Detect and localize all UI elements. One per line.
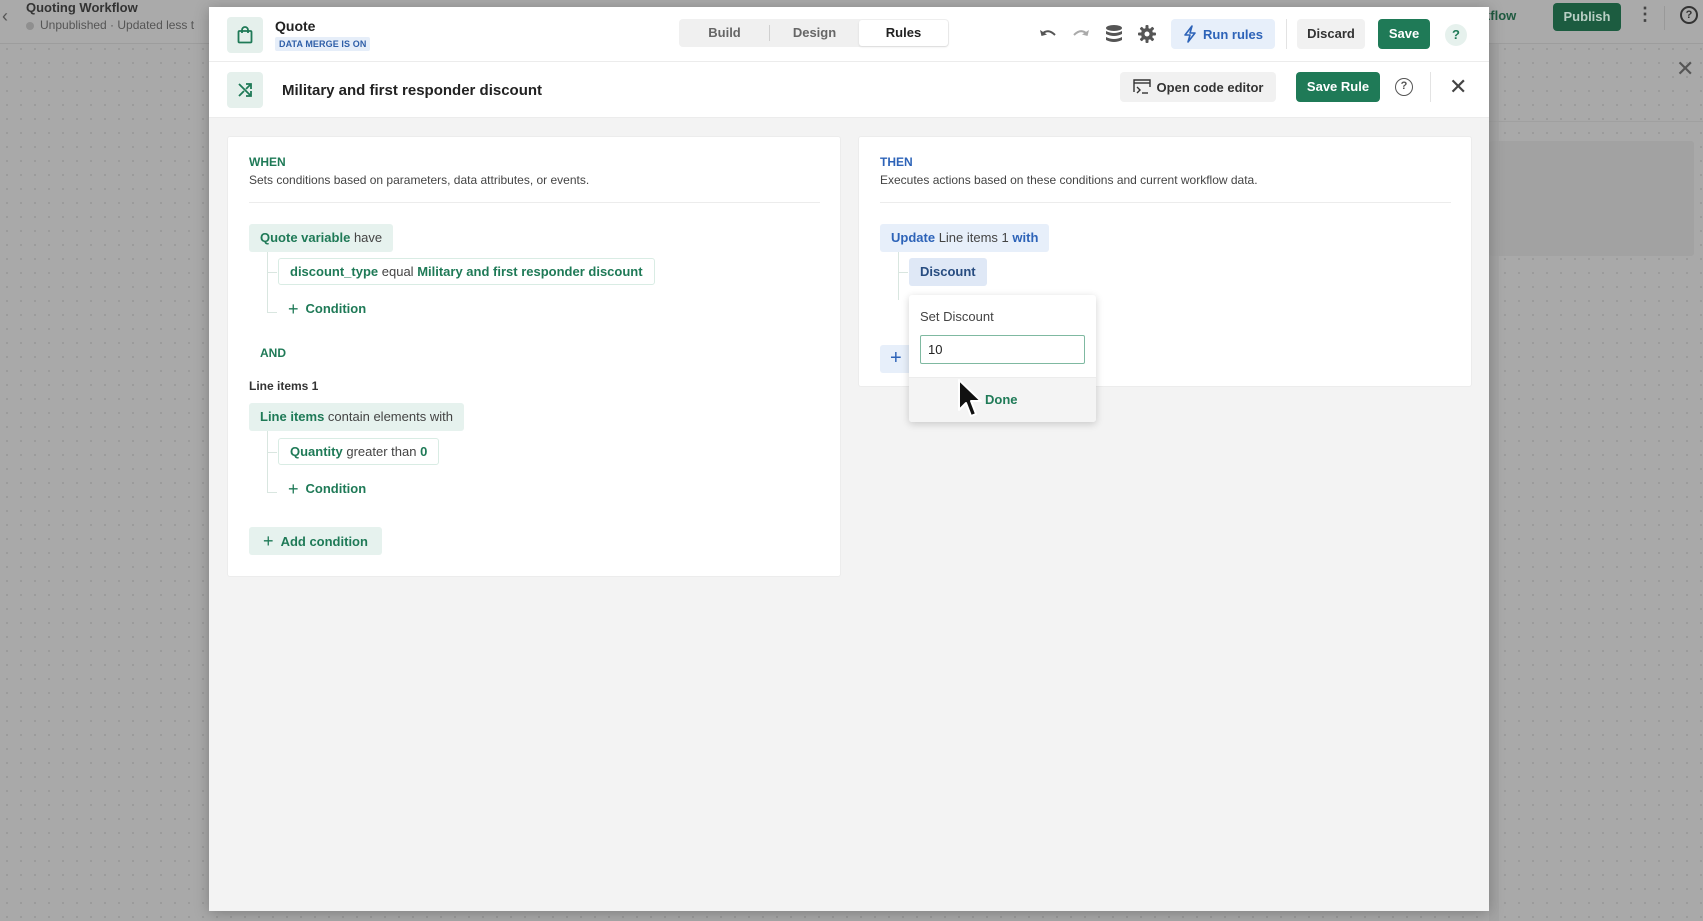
- then-label: THEN: [880, 155, 913, 169]
- tab-build[interactable]: Build: [680, 20, 769, 46]
- set-discount-popover: Set Discount Done: [909, 295, 1096, 422]
- then-description: Executes actions based on these conditio…: [880, 173, 1258, 187]
- condition-group-chip[interactable]: Quote variable have: [249, 224, 394, 252]
- run-rules-button[interactable]: Run rules: [1171, 19, 1275, 49]
- back-chevron-icon[interactable]: ‹: [2, 6, 8, 27]
- discard-button[interactable]: Discard: [1297, 19, 1365, 49]
- tree-line: [267, 492, 277, 493]
- add-condition-button[interactable]: + Add condition: [249, 527, 382, 555]
- background-panel-card: [1489, 141, 1694, 256]
- add-condition-link[interactable]: + Condition: [288, 298, 366, 319]
- shuffle-icon: [227, 72, 263, 108]
- mode-tabs: Build Design Rules: [679, 19, 949, 47]
- when-description: Sets conditions based on parameters, dat…: [249, 173, 590, 187]
- popover-label: Set Discount: [920, 309, 994, 324]
- tree-line: [267, 431, 268, 492]
- rule-header: Military and first responder discount Op…: [209, 62, 1489, 118]
- add-condition-link[interactable]: + Condition: [288, 478, 366, 499]
- action-chip[interactable]: Update Line items 1 with: [880, 224, 1050, 252]
- save-button[interactable]: Save: [1378, 19, 1430, 49]
- redo-icon[interactable]: [1070, 23, 1092, 45]
- tab-rules[interactable]: Rules: [859, 20, 948, 46]
- field-chip-discount[interactable]: Discount: [909, 258, 987, 286]
- divider: [249, 202, 820, 203]
- publish-button[interactable]: Publish: [1553, 3, 1621, 31]
- divider: [880, 202, 1451, 203]
- condition-chip[interactable]: discount_type equal Military and first r…: [278, 258, 655, 285]
- group-title: Line items 1: [249, 379, 319, 393]
- open-code-editor-button[interactable]: Open code editor: [1120, 72, 1276, 102]
- close-icon[interactable]: ✕: [1449, 73, 1467, 101]
- save-rule-button[interactable]: Save Rule: [1296, 72, 1380, 102]
- tree-line: [898, 272, 908, 273]
- workflow-status: Unpublished · Updated less t: [26, 18, 194, 32]
- rule-title: Military and first responder discount: [282, 82, 543, 99]
- mouse-cursor-icon: [957, 378, 985, 425]
- help-icon[interactable]: ?: [1680, 6, 1698, 24]
- done-button[interactable]: Done: [985, 392, 1018, 407]
- close-icon[interactable]: ✕: [1676, 56, 1694, 82]
- tab-design[interactable]: Design: [770, 20, 859, 46]
- condition-chip[interactable]: Quantity greater than 0: [278, 438, 440, 465]
- tree-line: [267, 452, 277, 453]
- tree-line: [267, 252, 268, 312]
- app-name: Quote: [275, 18, 316, 34]
- tree-line: [267, 272, 277, 273]
- tree-line: [898, 252, 899, 300]
- shopping-bag-icon: [227, 17, 263, 53]
- divider: [1286, 19, 1287, 49]
- database-icon[interactable]: [1103, 23, 1125, 45]
- rules-editor-modal: Quote DATA MERGE IS ON Build Design Rule…: [209, 7, 1489, 911]
- and-operator[interactable]: AND: [260, 346, 286, 360]
- workflow-title: Quoting Workflow: [26, 0, 138, 15]
- undo-icon[interactable]: [1037, 23, 1059, 45]
- help-button[interactable]: ?: [1445, 24, 1467, 46]
- plus-icon: +: [263, 531, 274, 551]
- help-circle-icon[interactable]: ?: [1395, 78, 1413, 96]
- condition-group-chip[interactable]: Line items contain elements with: [249, 403, 464, 431]
- more-menu-icon[interactable]: ⋮: [1636, 4, 1654, 25]
- gear-icon[interactable]: [1136, 23, 1158, 45]
- popover-footer: Done: [909, 377, 1096, 422]
- data-merge-badge: DATA MERGE IS ON: [275, 37, 371, 51]
- divider: [1430, 72, 1431, 102]
- editor-toolbar: Quote DATA MERGE IS ON Build Design Rule…: [209, 7, 1489, 62]
- plus-icon: +: [288, 298, 299, 319]
- lightning-icon: [1184, 25, 1196, 43]
- divider: [1489, 121, 1703, 122]
- terminal-icon: [1132, 79, 1151, 94]
- discount-value-input[interactable]: [920, 335, 1085, 364]
- when-label: WHEN: [249, 155, 286, 169]
- status-dot-icon: [26, 21, 34, 30]
- divider: [1664, 6, 1665, 30]
- when-panel: WHEN Sets conditions based on parameters…: [227, 136, 841, 577]
- plus-icon: +: [288, 478, 299, 499]
- tree-line: [267, 312, 277, 313]
